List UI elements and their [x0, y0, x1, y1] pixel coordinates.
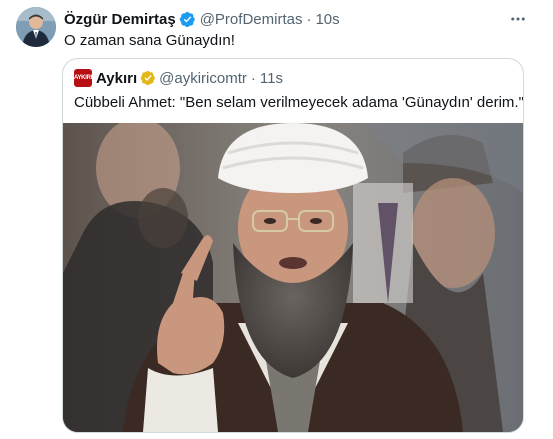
- tweet-header: Özgür Demirtaş @ProfDemirtas · 10s: [64, 9, 340, 29]
- separator-dot: ·: [306, 10, 312, 28]
- quoted-author-name: Aykırı: [96, 69, 138, 87]
- tweet-text: O zaman sana Günaydın!: [64, 32, 235, 49]
- author-avatar[interactable]: [16, 7, 56, 47]
- quoted-tweet-text: Cübbeli Ahmet: "Ben selam verilmeyecek a…: [74, 94, 524, 111]
- gold-verified-badge-icon: [140, 70, 156, 86]
- more-horizontal-icon: [511, 17, 525, 21]
- quoted-author-handle: @aykiricomtr: [159, 69, 247, 87]
- quoted-tweet-timestamp: 11s: [259, 69, 283, 87]
- quoted-author-avatar[interactable]: AYKIRI: [74, 69, 92, 87]
- quoted-tweet-header: AYKIRI Aykırı @aykiricomtr · 11s: [74, 69, 283, 87]
- tweet[interactable]: Özgür Demirtaş @ProfDemirtas · 10s O zam…: [0, 0, 553, 439]
- bearded-man-photo: [63, 123, 523, 432]
- more-options-button[interactable]: [505, 8, 531, 30]
- quoted-tweet[interactable]: AYKIRI Aykırı @aykiricomtr · 11s Cübbeli…: [62, 58, 524, 433]
- author-handle[interactable]: @ProfDemirtas: [200, 11, 303, 28]
- author-name[interactable]: Özgür Demirtaş: [64, 11, 176, 28]
- quoted-tweet-photo[interactable]: [63, 123, 523, 432]
- tweet-timestamp[interactable]: 10s: [315, 11, 339, 28]
- verified-badge-icon: [179, 11, 196, 28]
- separator-dot: ·: [250, 69, 256, 87]
